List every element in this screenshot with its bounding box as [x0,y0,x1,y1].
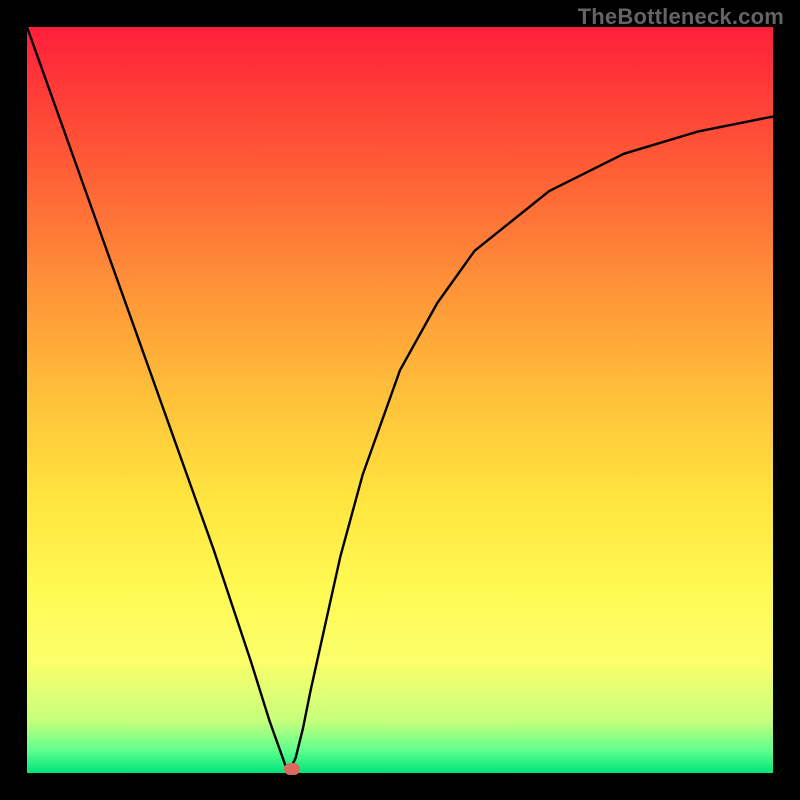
bottleneck-curve [27,27,773,773]
plot-area [27,27,773,773]
optimum-marker [284,763,300,775]
chart-frame: TheBottleneck.com [0,0,800,800]
